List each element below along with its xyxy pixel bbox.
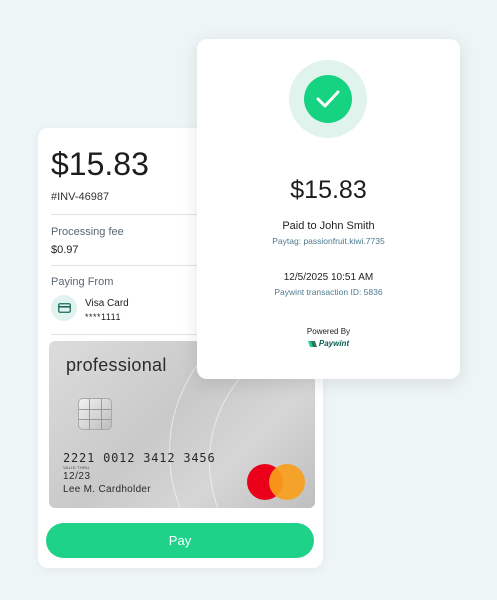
transaction-datetime: 12/5/2025 10:51 AM	[283, 272, 374, 283]
paid-to-text: Paid to John Smith	[282, 220, 375, 232]
divider	[51, 334, 208, 335]
checkmark-icon	[304, 75, 352, 123]
divider	[51, 265, 208, 266]
credit-card-icon	[51, 295, 77, 321]
processing-fee-label: Processing fee	[51, 226, 124, 238]
payment-method-number: ****1111	[85, 312, 122, 322]
valid-thru-label: VALID THRU	[63, 465, 90, 470]
powered-by-label: Powered By	[306, 327, 351, 336]
mastercard-logo-icon	[247, 464, 305, 500]
paytag-text: Paytag: passionfruit.kiwi.7735	[272, 236, 385, 246]
card-expiry: 12/23	[63, 471, 91, 482]
transaction-id: Paywint transaction ID: 5836	[274, 287, 383, 297]
card-brand: professional	[66, 355, 167, 375]
invoice-number: #INV-46987	[51, 191, 110, 203]
payment-receipt-card: $15.83 Paid to John Smith Paytag: passio…	[197, 39, 460, 379]
paywint-logo-text: Paywint	[318, 339, 350, 348]
payment-method-type[interactable]: Visa Card	[85, 298, 129, 309]
paywint-logo: Paywint	[197, 339, 460, 348]
pay-button[interactable]: Pay	[46, 523, 314, 558]
card-holder-name: Lee M. Cardholder	[63, 484, 151, 495]
card-number: 2221 0012 3412 3456	[63, 451, 216, 465]
processing-fee-value: $0.97	[51, 244, 79, 256]
success-badge	[289, 60, 367, 138]
divider	[51, 214, 208, 215]
receipt-amount: $15.83	[290, 176, 367, 204]
payment-amount: $15.83	[51, 146, 149, 182]
card-chip-icon	[78, 398, 112, 430]
paywint-logo-icon	[307, 340, 317, 347]
paying-from-label: Paying From	[51, 276, 114, 288]
